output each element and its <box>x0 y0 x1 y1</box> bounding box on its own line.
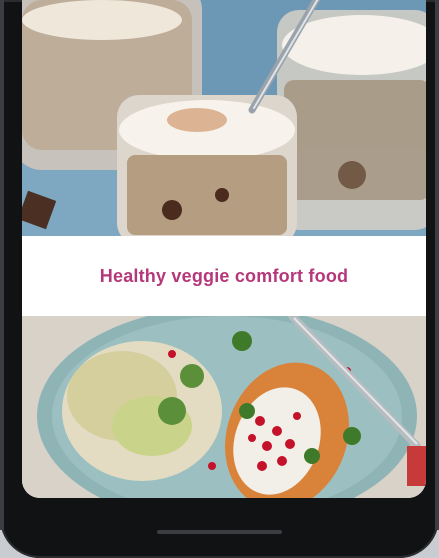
phone-edge-right <box>435 0 439 530</box>
app-screen: Healthy veggie comfort food <box>22 0 426 498</box>
phone-edge-left <box>0 0 4 530</box>
overnight-oats-photo-icon[interactable] <box>22 0 426 236</box>
overnight-oats-illustration <box>22 0 426 236</box>
veggie-sweet-potato-photo-icon[interactable] <box>22 316 426 498</box>
feed-item-caption: Healthy veggie comfort food <box>99 265 349 286</box>
phone-frame: Healthy veggie comfort food <box>0 0 439 558</box>
sweet-potato-illustration <box>22 316 426 498</box>
home-indicator[interactable] <box>157 530 282 534</box>
feed-item-caption-area[interactable]: Healthy veggie comfort food <box>22 236 426 316</box>
